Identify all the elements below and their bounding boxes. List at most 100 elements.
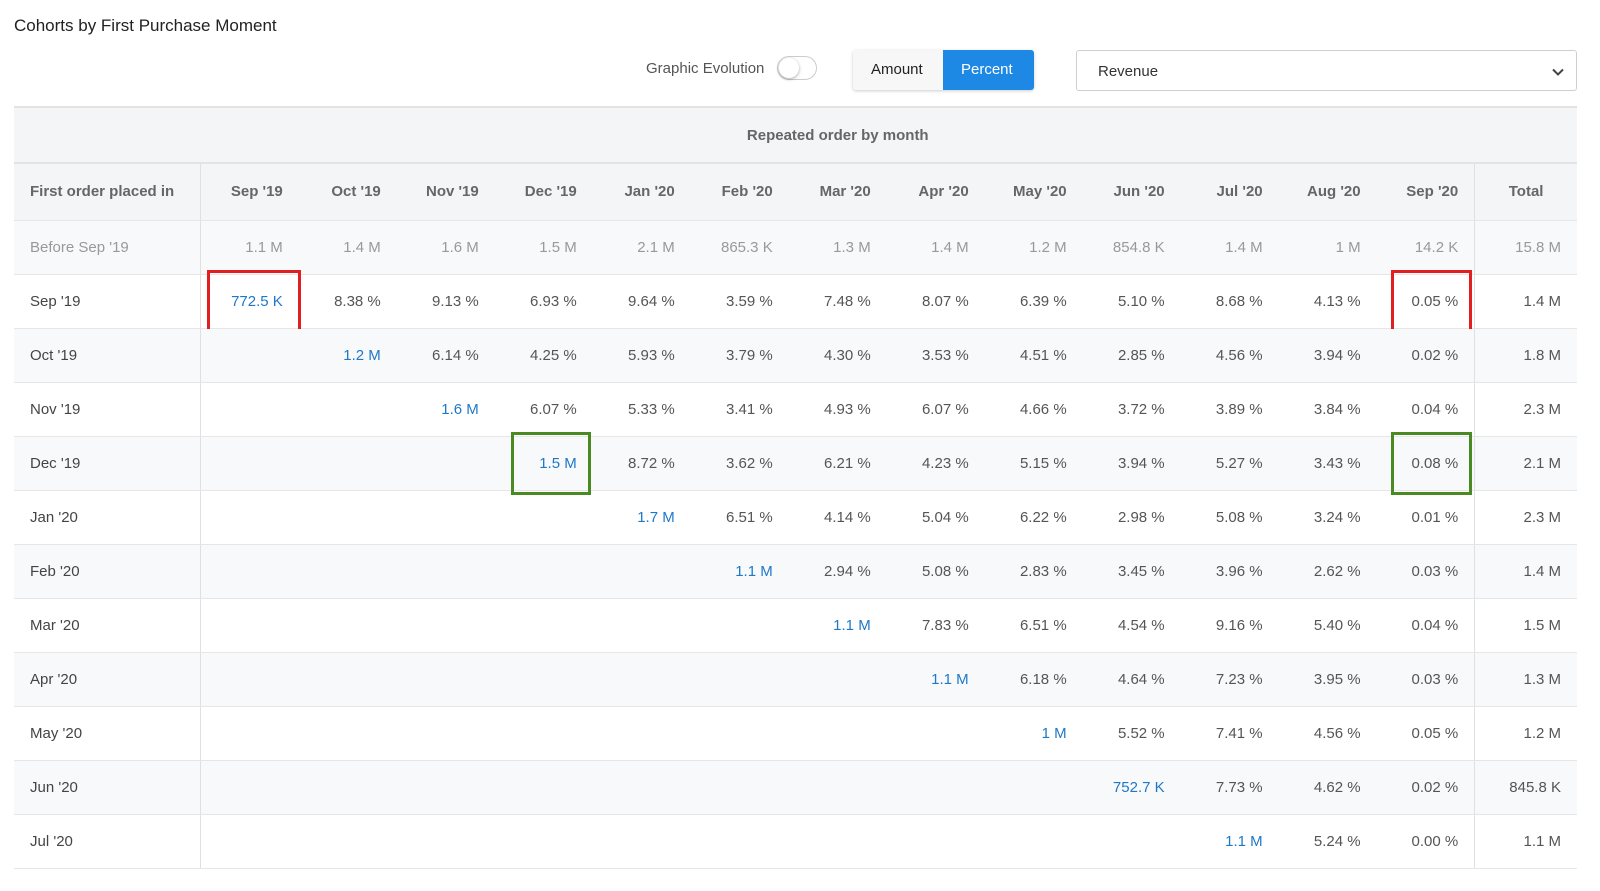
- column-header-month[interactable]: Nov '19: [396, 163, 495, 221]
- cohort-cell[interactable]: 4.93 %: [788, 382, 887, 437]
- column-header-month[interactable]: May '20: [984, 163, 1083, 221]
- metric-select[interactable]: Revenue: [1076, 50, 1577, 91]
- cohort-base-cell[interactable]: 1.7 M: [592, 490, 691, 545]
- cohort-cell[interactable]: 2.94 %: [788, 544, 887, 599]
- cohort-cell[interactable]: 6.51 %: [984, 598, 1083, 653]
- cohort-cell[interactable]: 1.5 M: [494, 220, 593, 275]
- cohort-base-cell[interactable]: 1.1 M: [690, 544, 789, 599]
- cohort-base-cell[interactable]: 1.6 M: [396, 382, 495, 437]
- cohort-cell[interactable]: 3.96 %: [1180, 544, 1279, 599]
- cohort-cell[interactable]: 1 M: [1278, 220, 1377, 275]
- cohort-cell[interactable]: 0.05 %: [1376, 269, 1475, 333]
- cohort-cell[interactable]: 5.27 %: [1180, 436, 1279, 491]
- cohort-cell[interactable]: 7.73 %: [1180, 760, 1279, 815]
- cohort-base-cell[interactable]: 752.7 K: [1082, 760, 1181, 815]
- cohort-cell[interactable]: 1.1 M: [200, 220, 299, 275]
- cohort-cell[interactable]: 4.30 %: [788, 328, 887, 383]
- cohort-cell[interactable]: 2.98 %: [1082, 490, 1181, 545]
- cohort-cell[interactable]: 2.83 %: [984, 544, 1083, 599]
- cohort-cell[interactable]: 5.15 %: [984, 436, 1083, 491]
- cohort-cell[interactable]: 8.38 %: [298, 274, 397, 329]
- cohort-cell[interactable]: 0.01 %: [1376, 490, 1475, 545]
- graphic-evolution-toggle[interactable]: [777, 56, 817, 80]
- cohort-cell[interactable]: 8.72 %: [592, 436, 691, 491]
- cohort-cell[interactable]: 4.62 %: [1278, 760, 1377, 815]
- cohort-base-cell[interactable]: 1.1 M: [1180, 814, 1279, 869]
- cohort-cell[interactable]: 7.48 %: [788, 274, 887, 329]
- cohort-cell[interactable]: 4.54 %: [1082, 598, 1181, 653]
- cohort-cell[interactable]: 3.41 %: [690, 382, 789, 437]
- cohort-cell[interactable]: 4.56 %: [1278, 706, 1377, 761]
- cohort-cell[interactable]: 9.16 %: [1180, 598, 1279, 653]
- cohort-base-cell[interactable]: 1 M: [984, 706, 1083, 761]
- cohort-cell[interactable]: 5.10 %: [1082, 274, 1181, 329]
- cohort-cell[interactable]: 6.14 %: [396, 328, 495, 383]
- cohort-cell[interactable]: 5.08 %: [886, 544, 985, 599]
- cohort-cell[interactable]: 0.02 %: [1376, 760, 1475, 815]
- cohort-cell[interactable]: 3.95 %: [1278, 652, 1377, 707]
- cohort-cell[interactable]: 5.04 %: [886, 490, 985, 545]
- cohort-cell[interactable]: 3.43 %: [1278, 436, 1377, 491]
- cohort-cell[interactable]: 4.66 %: [984, 382, 1083, 437]
- cohort-cell[interactable]: 3.84 %: [1278, 382, 1377, 437]
- cohort-cell[interactable]: 865.3 K: [690, 220, 789, 275]
- column-header-month[interactable]: Jun '20: [1082, 163, 1181, 221]
- cohort-cell[interactable]: 9.13 %: [396, 274, 495, 329]
- cohort-cell[interactable]: 3.79 %: [690, 328, 789, 383]
- cohort-cell[interactable]: 14.2 K: [1376, 220, 1475, 275]
- column-header-month[interactable]: Jul '20: [1180, 163, 1279, 221]
- percent-button[interactable]: Percent: [943, 50, 1034, 90]
- cohort-cell[interactable]: 8.07 %: [886, 274, 985, 329]
- cohort-cell[interactable]: 3.45 %: [1082, 544, 1181, 599]
- cohort-cell[interactable]: 1.4 M: [1180, 220, 1279, 275]
- cohort-base-cell[interactable]: 1.1 M: [886, 652, 985, 707]
- column-header-month[interactable]: Feb '20: [690, 163, 789, 221]
- cohort-cell[interactable]: 6.22 %: [984, 490, 1083, 545]
- cohort-cell[interactable]: 6.39 %: [984, 274, 1083, 329]
- cohort-cell[interactable]: 5.08 %: [1180, 490, 1279, 545]
- cohort-base-cell[interactable]: 1.1 M: [788, 598, 887, 653]
- cohort-cell[interactable]: 0.05 %: [1376, 706, 1475, 761]
- cohort-cell[interactable]: 0.08 %: [1376, 431, 1475, 495]
- cohort-cell[interactable]: 1.2 M: [984, 220, 1083, 275]
- cohort-base-cell[interactable]: 1.5 M: [494, 431, 593, 495]
- column-header-month[interactable]: Apr '20: [886, 163, 985, 221]
- cohort-cell[interactable]: 5.33 %: [592, 382, 691, 437]
- column-header-month[interactable]: Dec '19: [494, 163, 593, 221]
- cohort-cell[interactable]: 5.24 %: [1278, 814, 1377, 869]
- cohort-base-cell[interactable]: 1.2 M: [298, 328, 397, 383]
- cohort-cell[interactable]: 0.04 %: [1376, 598, 1475, 653]
- cohort-cell[interactable]: 0.03 %: [1376, 652, 1475, 707]
- cohort-cell[interactable]: 2.85 %: [1082, 328, 1181, 383]
- column-header-month[interactable]: Aug '20: [1278, 163, 1377, 221]
- cohort-cell[interactable]: 8.68 %: [1180, 274, 1279, 329]
- cohort-cell[interactable]: 1.6 M: [396, 220, 495, 275]
- cohort-cell[interactable]: 3.24 %: [1278, 490, 1377, 545]
- cohort-cell[interactable]: 3.59 %: [690, 274, 789, 329]
- cohort-cell[interactable]: 5.40 %: [1278, 598, 1377, 653]
- cohort-cell[interactable]: 9.64 %: [592, 274, 691, 329]
- cohort-cell[interactable]: 2.1 M: [592, 220, 691, 275]
- cohort-cell[interactable]: 0.00 %: [1376, 814, 1475, 869]
- column-header-month[interactable]: Sep '20: [1376, 163, 1475, 221]
- column-header-month[interactable]: Mar '20: [788, 163, 887, 221]
- column-header-month[interactable]: Jan '20: [592, 163, 691, 221]
- cohort-cell[interactable]: 4.14 %: [788, 490, 887, 545]
- column-header-total[interactable]: Total: [1474, 163, 1577, 221]
- cohort-cell[interactable]: 6.18 %: [984, 652, 1083, 707]
- cohort-cell[interactable]: 5.93 %: [592, 328, 691, 383]
- cohort-cell[interactable]: 3.53 %: [886, 328, 985, 383]
- cohort-cell[interactable]: 7.23 %: [1180, 652, 1279, 707]
- cohort-cell[interactable]: 3.94 %: [1278, 328, 1377, 383]
- cohort-cell[interactable]: 4.64 %: [1082, 652, 1181, 707]
- cohort-cell[interactable]: 0.02 %: [1376, 328, 1475, 383]
- cohort-cell[interactable]: 4.23 %: [886, 436, 985, 491]
- cohort-cell[interactable]: 6.93 %: [494, 274, 593, 329]
- cohort-cell[interactable]: 5.52 %: [1082, 706, 1181, 761]
- cohort-cell[interactable]: 1.4 M: [298, 220, 397, 275]
- cohort-cell[interactable]: 0.03 %: [1376, 544, 1475, 599]
- cohort-cell[interactable]: 4.13 %: [1278, 274, 1377, 329]
- column-header-month[interactable]: Oct '19: [298, 163, 397, 221]
- cohort-cell[interactable]: 3.72 %: [1082, 382, 1181, 437]
- cohort-base-cell[interactable]: 772.5 K: [200, 269, 301, 333]
